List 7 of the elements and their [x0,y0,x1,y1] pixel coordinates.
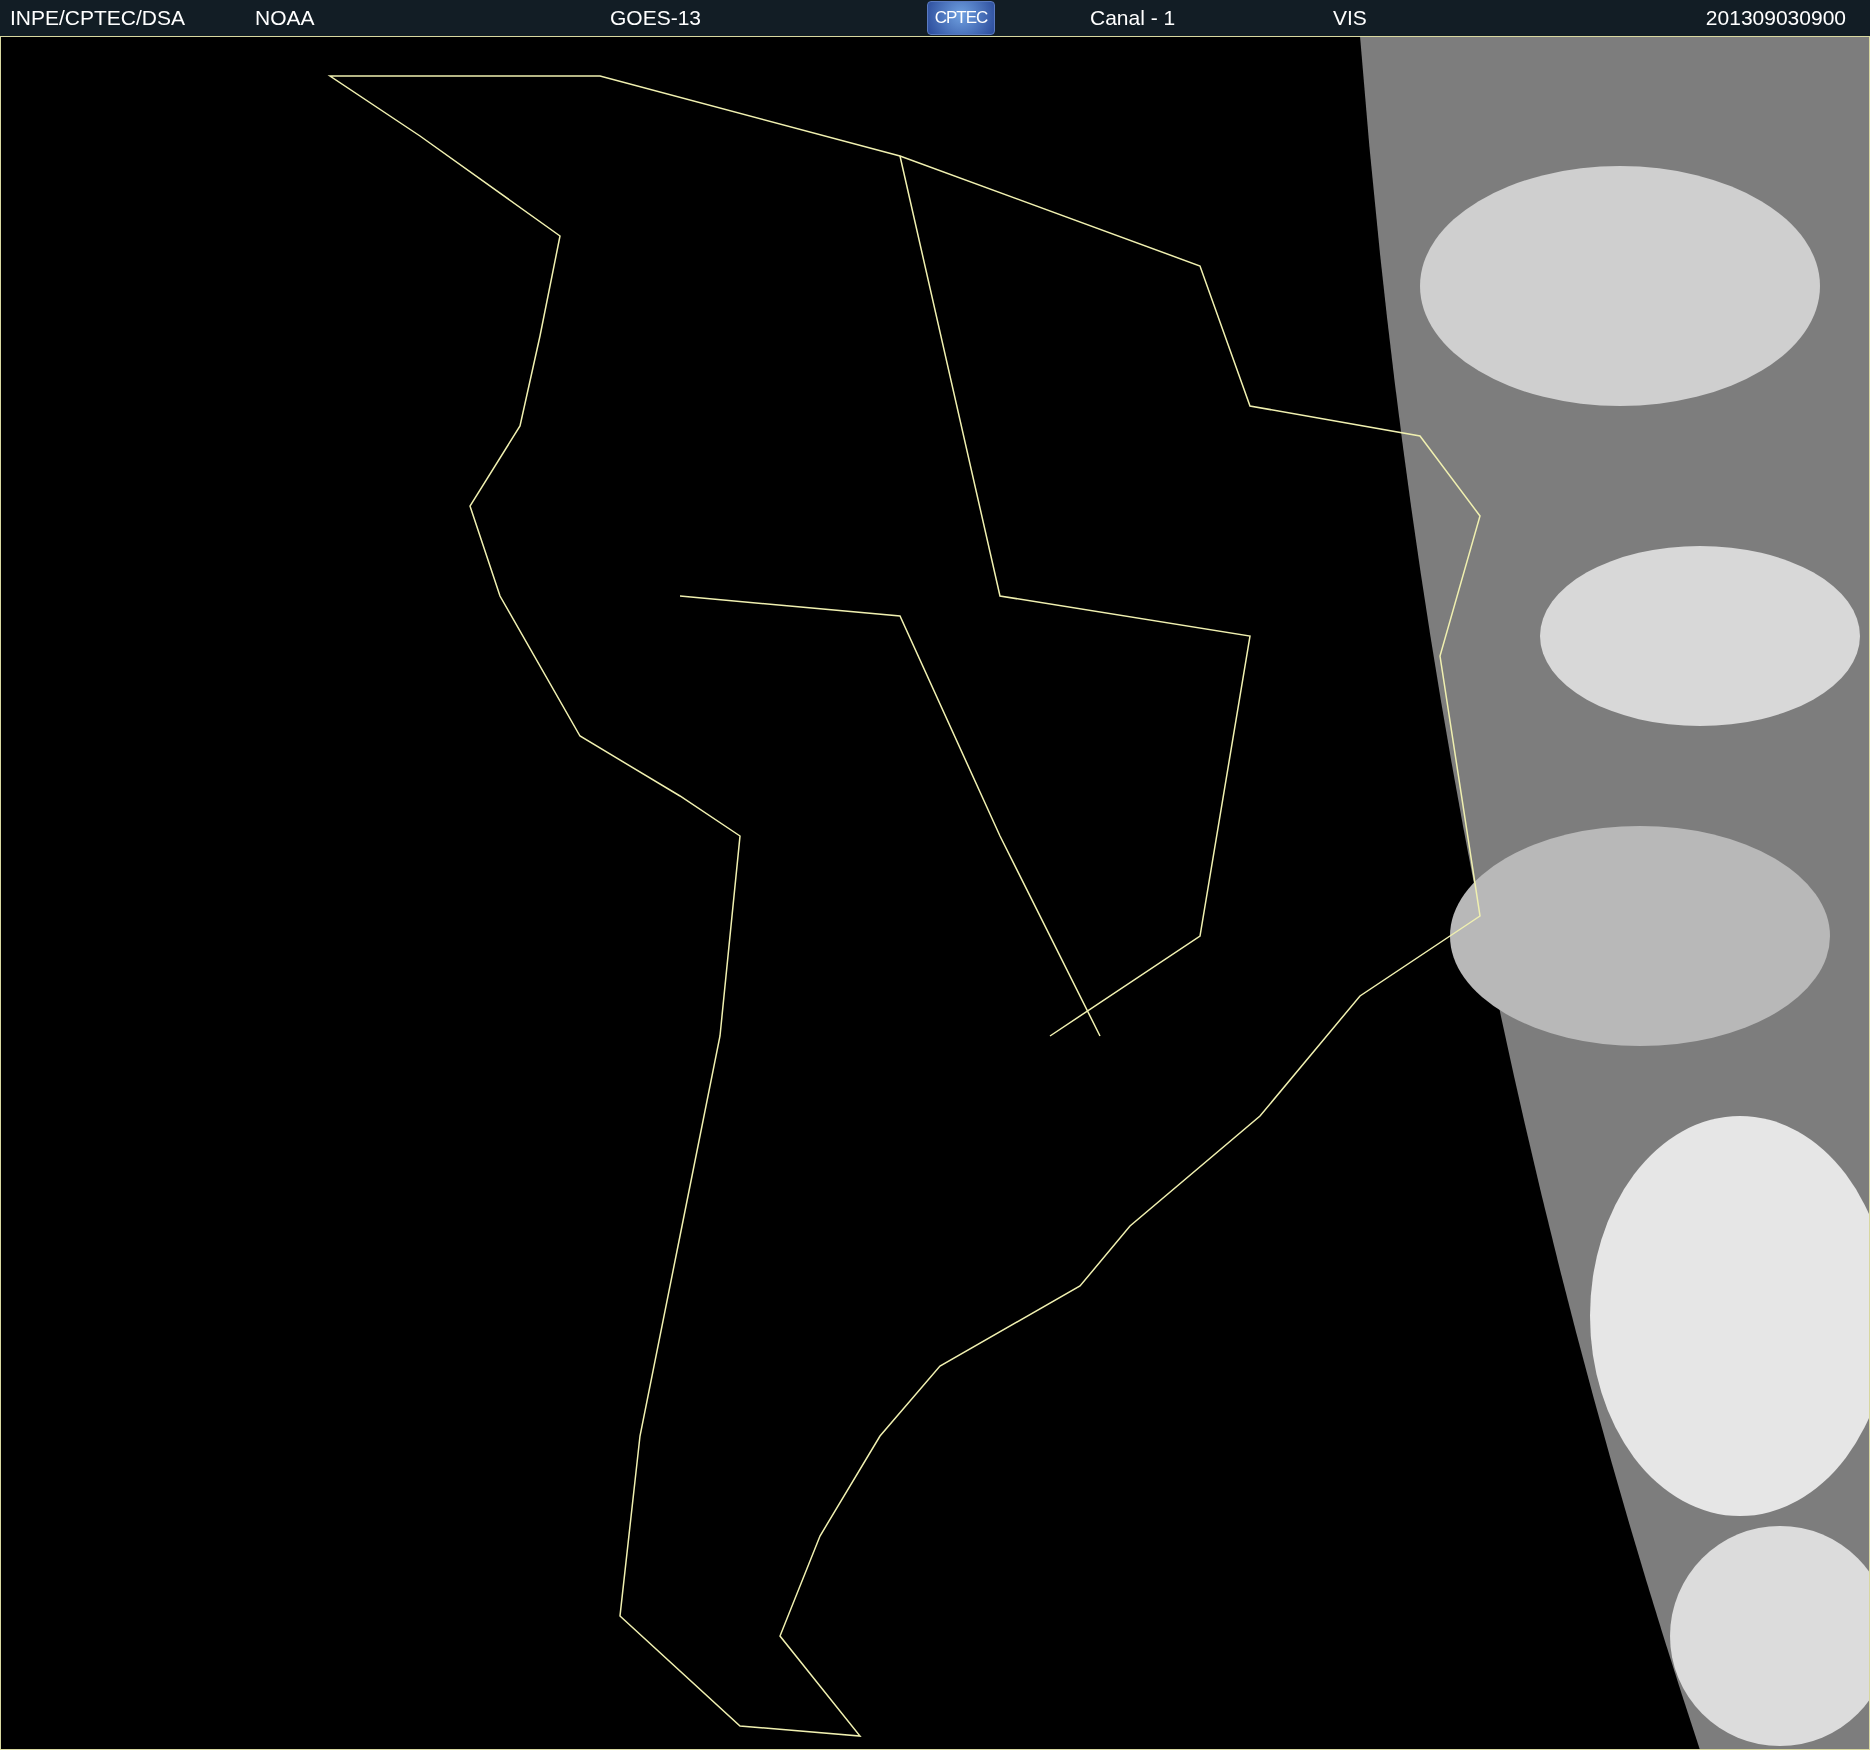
logo: CPTEC [927,1,995,35]
source-label: INPE/CPTEC/DSA [10,6,187,30]
satellite-label: GOES-13 [610,6,703,30]
channel-label: Canal - 1 [1090,6,1177,30]
timestamp-label: 201309030900 [1705,6,1846,30]
agency-label: NOAA [255,6,316,30]
band-label: VIS [1333,6,1367,30]
